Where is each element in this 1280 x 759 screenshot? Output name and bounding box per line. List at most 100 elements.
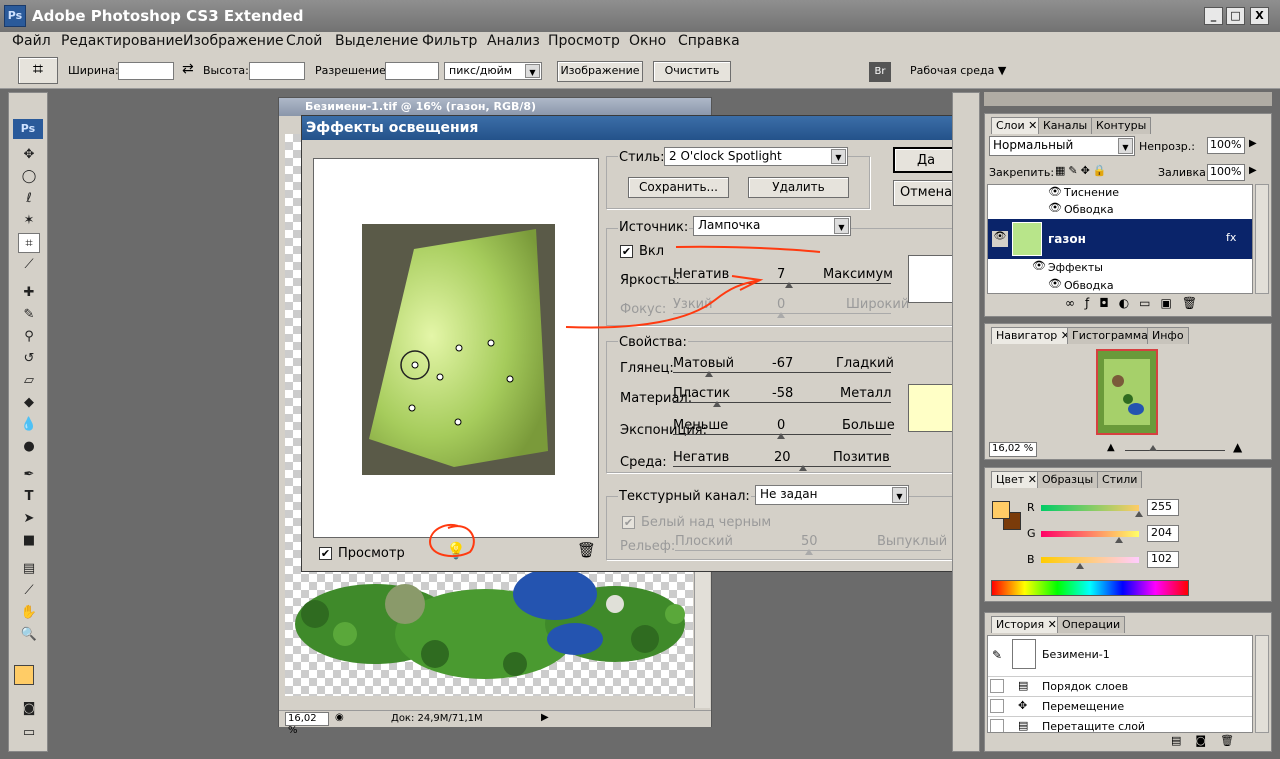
color-spectrum-bar[interactable]	[991, 580, 1189, 596]
type-tool-icon[interactable]: T	[18, 487, 40, 507]
history-item[interactable]: ✥ Перемещение	[988, 696, 1252, 716]
zoom-field[interactable]: 16,02 %	[285, 712, 329, 736]
cancel-button[interactable]: Отмена	[893, 180, 959, 206]
front-image-button[interactable]: Изображение	[557, 61, 643, 82]
trash-icon[interactable]: 🗑	[577, 541, 596, 559]
resolution-input[interactable]	[385, 62, 439, 80]
g-input[interactable]: 204	[1147, 525, 1179, 542]
menu-file[interactable]: Файл	[12, 33, 51, 49]
blur-tool-icon[interactable]: 💧	[18, 415, 40, 435]
menu-filter[interactable]: Фильтр	[422, 33, 477, 49]
history-brush-tool-icon[interactable]: ↺	[18, 349, 40, 369]
eye-icon[interactable]: 👁	[1048, 185, 1062, 198]
layer-name[interactable]: газон	[1048, 232, 1086, 246]
slice-tool-icon[interactable]: ⟋	[18, 255, 40, 275]
b-input[interactable]: 102	[1147, 551, 1179, 568]
workspace-menu[interactable]: Рабочая среда ▼	[910, 64, 1006, 77]
clone-stamp-tool-icon[interactable]: ⚲	[18, 327, 40, 347]
lock-icons[interactable]: ▦✎✥🔒	[1055, 164, 1110, 177]
layer-row-selected[interactable]: 👁 газон fx	[988, 219, 1252, 259]
resolution-units-select[interactable]: пикс/дюйм ▼	[444, 62, 542, 80]
pen-tool-icon[interactable]: ✒	[18, 465, 40, 485]
brightness-slider-track[interactable]	[673, 283, 891, 284]
menu-view[interactable]: Просмотр	[548, 33, 620, 49]
preview-area[interactable]	[313, 158, 599, 538]
menu-analysis[interactable]: Анализ	[487, 33, 540, 49]
menu-layer[interactable]: Слой	[286, 33, 322, 49]
light-on-checkbox[interactable]: ✔	[620, 245, 633, 258]
dodge-tool-icon[interactable]: ●	[18, 437, 40, 457]
layer-effects-group[interactable]: 👁 Эффекты	[988, 259, 1252, 277]
opacity-arrow-icon[interactable]: ▶	[1249, 138, 1257, 149]
brightness-slider-handle[interactable]	[785, 282, 793, 288]
layer-effect-stroke-2[interactable]: 👁 Обводка	[988, 277, 1252, 293]
history-item[interactable]: ▤ Перетащите слой	[988, 716, 1252, 732]
b-slider[interactable]	[1041, 557, 1139, 563]
r-input[interactable]: 255	[1147, 499, 1179, 516]
navigator-zoom-slider[interactable]	[1125, 450, 1225, 451]
height-input[interactable]	[249, 62, 305, 80]
foreground-color-swatch[interactable]	[14, 665, 34, 685]
clear-button[interactable]: Очистить	[653, 61, 731, 82]
fill-arrow-icon[interactable]: ▶	[1249, 165, 1257, 176]
history-item[interactable]: ▤ Порядок слоев	[988, 676, 1252, 696]
opacity-input[interactable]: 100%	[1207, 137, 1245, 154]
ambience-slider-track[interactable]	[673, 466, 891, 467]
crop-tool-preset[interactable]: ⌗	[18, 57, 58, 84]
tab-paths[interactable]: Контуры	[1091, 117, 1152, 134]
width-input[interactable]	[118, 62, 174, 80]
ok-button[interactable]: Да	[893, 147, 959, 173]
tab-channels[interactable]: Каналы	[1038, 117, 1093, 134]
tab-histogram[interactable]: Гистограмма	[1067, 327, 1153, 344]
delete-style-button[interactable]: Удалить	[748, 177, 849, 198]
eyedropper-tool-icon[interactable]: ⟋	[18, 581, 40, 601]
preview-checkbox[interactable]: ✔	[319, 547, 332, 560]
light-color-swatch[interactable]	[908, 255, 957, 303]
menu-help[interactable]: Справка	[678, 33, 740, 49]
close-icon[interactable]: ✕	[1028, 119, 1037, 132]
zoom-out-icon[interactable]: ▲	[1107, 442, 1115, 453]
maximize-button[interactable]: □	[1226, 7, 1245, 25]
history-scrollbar[interactable]	[1255, 635, 1269, 733]
menu-image[interactable]: Изображение	[183, 33, 284, 49]
navigator-thumbnail[interactable]	[1096, 349, 1158, 435]
navigator-zoom-handle[interactable]	[1149, 445, 1157, 451]
exposure-slider-handle[interactable]	[777, 433, 785, 439]
quick-mask-icon[interactable]: ◙	[18, 699, 40, 719]
tab-info[interactable]: Инфо	[1147, 327, 1189, 344]
status-arrow-icon[interactable]: ▶	[541, 712, 549, 723]
tab-history[interactable]: История ✕	[991, 616, 1062, 633]
texture-channel-select[interactable]: Не задан ▼	[755, 485, 909, 505]
menu-edit[interactable]: Редактирование	[61, 33, 183, 49]
brush-tool-icon[interactable]: ✎	[18, 305, 40, 325]
foreground-color-chip[interactable]	[992, 501, 1010, 519]
navigator-zoom-field[interactable]: 16,02 %	[989, 442, 1037, 457]
r-slider-handle[interactable]	[1135, 511, 1143, 517]
b-slider-handle[interactable]	[1076, 563, 1084, 569]
zoom-in-icon[interactable]: ▲	[1233, 440, 1242, 454]
magic-wand-tool-icon[interactable]: ✶	[18, 211, 40, 231]
history-brush-checkbox[interactable]	[990, 679, 1004, 693]
snapshot-label[interactable]: Безимени-1	[1042, 648, 1110, 661]
blend-mode-select[interactable]: Нормальный ▼	[989, 136, 1135, 156]
ambient-color-swatch[interactable]	[908, 384, 957, 432]
eraser-tool-icon[interactable]: ▱	[18, 371, 40, 391]
screen-mode-icon[interactable]: ▭	[18, 723, 40, 743]
history-brush-checkbox[interactable]	[990, 719, 1004, 732]
tab-actions[interactable]: Операции	[1057, 616, 1126, 633]
g-slider-handle[interactable]	[1115, 537, 1123, 543]
crop-tool-icon[interactable]: ⌗	[18, 233, 40, 253]
rectangle-tool-icon[interactable]: ■	[18, 531, 40, 551]
light-type-select[interactable]: Лампочка ▼	[693, 216, 851, 236]
swap-icon[interactable]: ⇄	[182, 61, 194, 77]
fill-input[interactable]: 100%	[1207, 164, 1245, 181]
move-tool-icon[interactable]: ✥	[18, 145, 40, 165]
layers-scrollbar[interactable]	[1255, 184, 1269, 294]
ambience-slider-handle[interactable]	[799, 465, 807, 471]
tab-swatches[interactable]: Образцы	[1037, 471, 1099, 488]
material-slider-track[interactable]	[673, 402, 891, 403]
eye-icon[interactable]: 👁	[992, 231, 1008, 247]
light-bulb-icon[interactable]: 💡	[446, 541, 466, 560]
eye-icon[interactable]: 👁	[1032, 259, 1046, 272]
r-slider[interactable]	[1041, 505, 1139, 511]
